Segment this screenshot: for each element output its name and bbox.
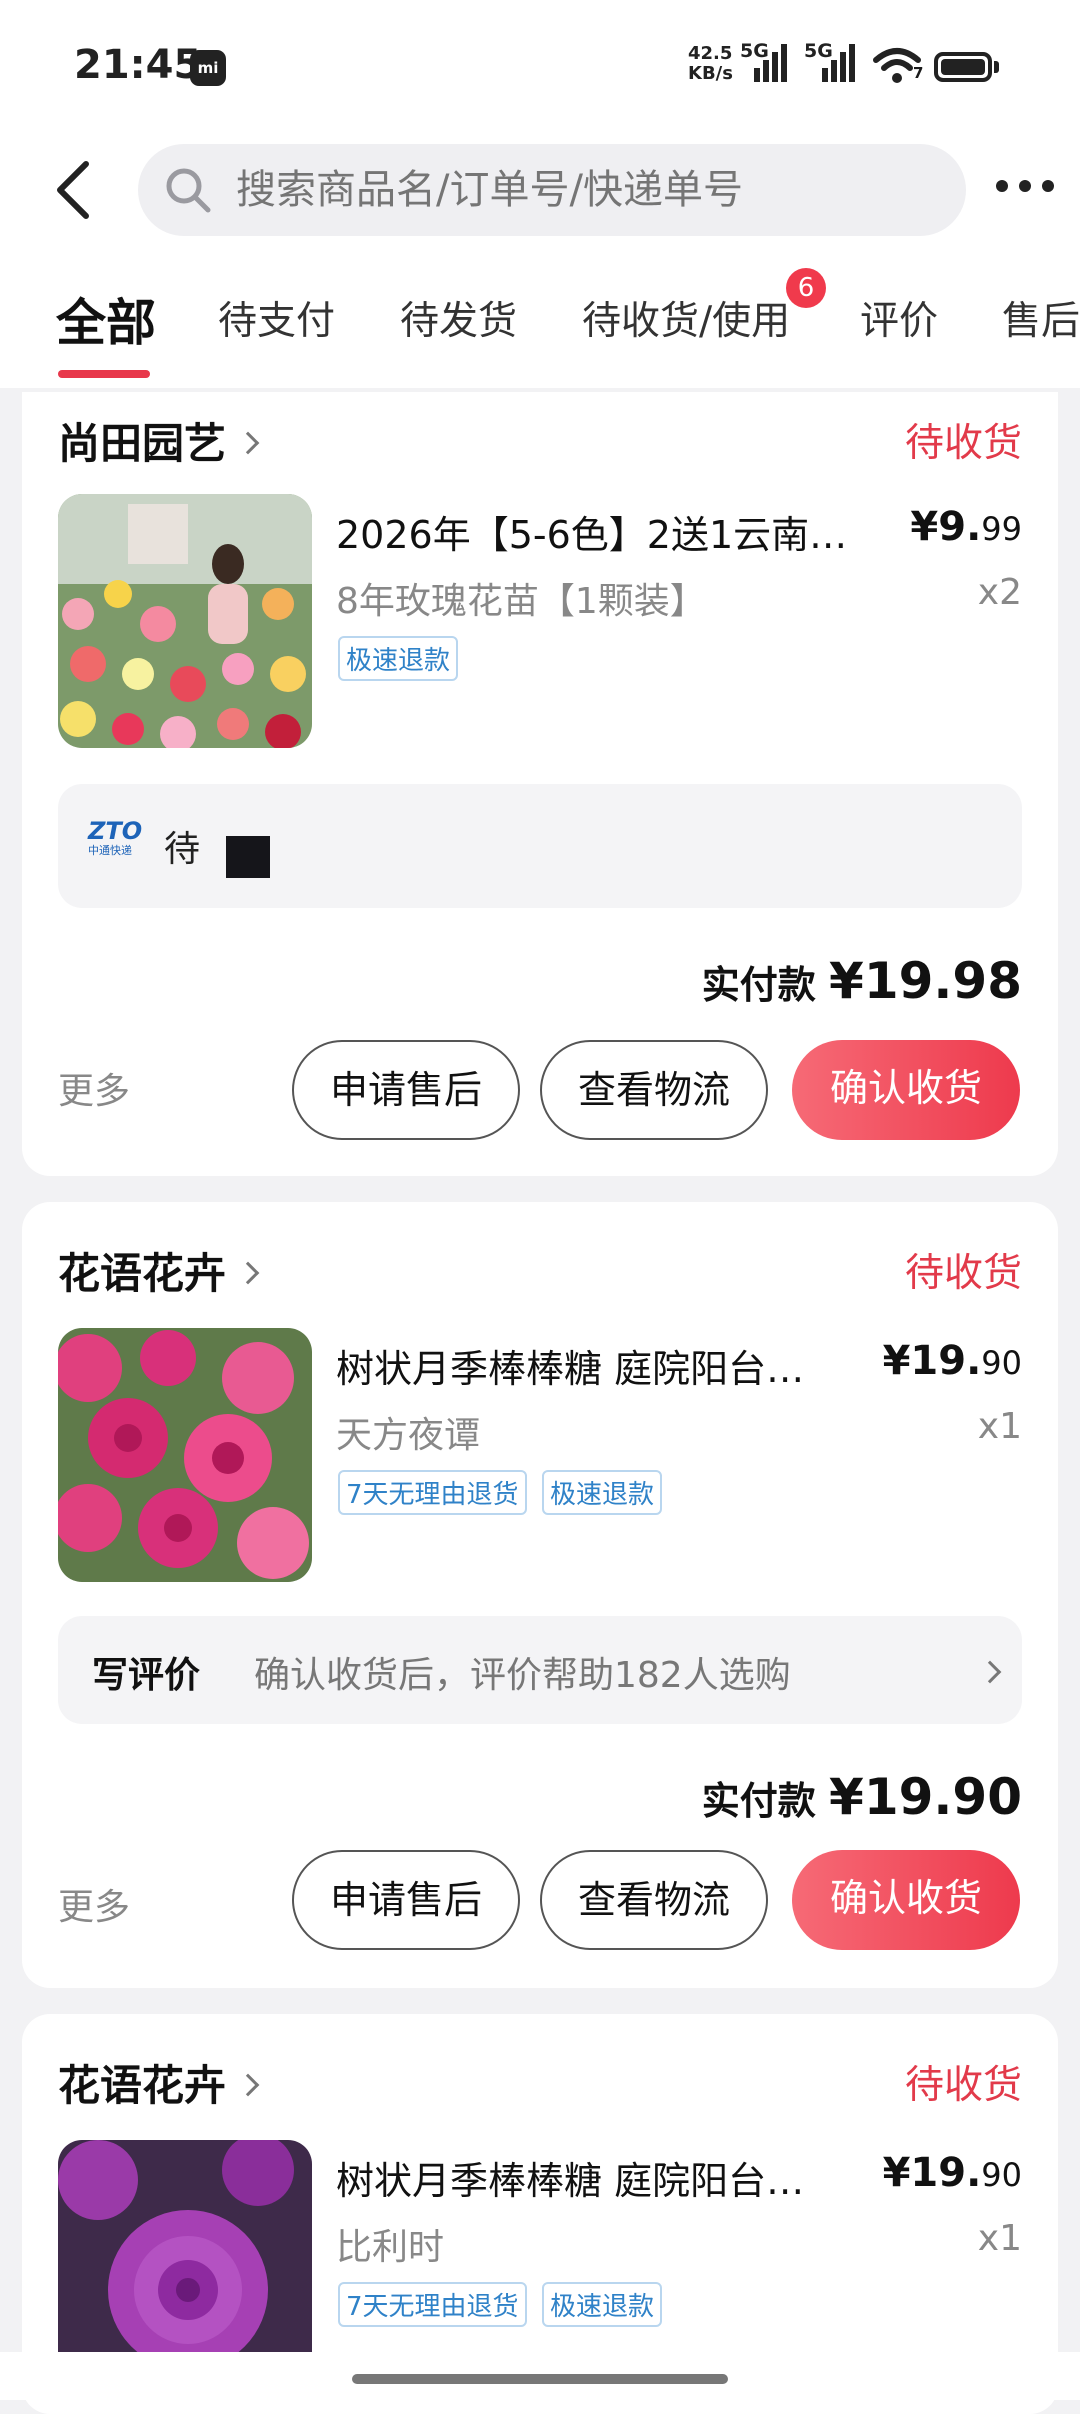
network-speed-unit: KB/s: [688, 63, 733, 84]
signal-icon: [754, 44, 787, 82]
product-spec: 8年玫瑰花苗【1颗装】: [336, 581, 706, 622]
tab-active-indicator: [58, 370, 150, 378]
shop-name[interactable]: 花语花卉: [58, 1240, 260, 1301]
logistics-text: 待: [164, 829, 201, 870]
paid-amount: 实付款 ¥19.98: [701, 952, 1022, 1010]
tag-fast-refund: 极速退款: [338, 636, 459, 681]
search-input[interactable]: [236, 144, 936, 236]
paid-amount: 实付款 ¥19.90: [701, 1768, 1022, 1826]
chevron-right-icon: [236, 2073, 260, 2096]
chevron-right-icon: [978, 1660, 1002, 1684]
status-time: 21:45: [74, 42, 202, 88]
tab-all[interactable]: 全部: [56, 283, 156, 355]
apply-after-sale-button[interactable]: 申请售后: [292, 1850, 520, 1950]
order-card[interactable]: 尚田园艺 待收货 2026年【5-6色】2送1云南… ¥9.99 8年玫瑰花苗【…: [22, 392, 1058, 1176]
product-spec: 天方夜谭: [336, 1415, 481, 1456]
tab-after-sale[interactable]: 售后: [1002, 290, 1080, 346]
battery-tip: [994, 61, 999, 73]
shop-name[interactable]: 花语花卉: [58, 2052, 260, 2113]
product-title[interactable]: 2026年【5-6色】2送1云南…: [336, 504, 847, 559]
more-options-icon[interactable]: [996, 180, 1054, 194]
review-text: 确认收货后，评价帮助182人选购: [254, 1655, 791, 1696]
confirm-receipt-button[interactable]: 确认收货: [792, 1040, 1020, 1140]
search-bar[interactable]: [138, 144, 966, 236]
chevron-right-icon: [236, 431, 260, 454]
product-qty: x1: [977, 1406, 1022, 1447]
tab-review[interactable]: 评价: [860, 290, 938, 346]
network-speed: 42.5 KB/s: [688, 44, 733, 84]
mi-notification-icon: mi: [190, 50, 226, 86]
more-link[interactable]: 更多: [58, 1062, 130, 1114]
redaction-block: [226, 836, 270, 878]
review-label: 写评价: [92, 1655, 201, 1696]
product-price: ¥9.99: [910, 504, 1022, 550]
tag-fast-refund: 极速退款: [542, 1470, 663, 1515]
shop-name[interactable]: 尚田园艺: [58, 410, 260, 471]
product-title[interactable]: 树状月季棒棒糖 庭院阳台…: [336, 1338, 804, 1393]
logistics-box[interactable]: ZTO 中通快递 待: [58, 784, 1022, 908]
confirm-receipt-button[interactable]: 确认收货: [792, 1850, 1020, 1950]
order-status: 待收货: [904, 1251, 1022, 1296]
product-image[interactable]: [58, 1328, 312, 1582]
network-speed-value: 42.5: [688, 43, 733, 64]
order-card[interactable]: 花语花卉 待收货 树状月季棒棒糖 庭院阳台… ¥19.90 天方夜谭 x1 7天…: [22, 1202, 1058, 1988]
home-indicator[interactable]: [352, 2374, 728, 2384]
signal-icon-2: [822, 44, 855, 82]
order-status: 待收货: [904, 2063, 1022, 2108]
review-prompt[interactable]: 写评价 确认收货后，评价帮助182人选购: [58, 1616, 1022, 1724]
apply-after-sale-button[interactable]: 申请售后: [292, 1040, 520, 1140]
tag-7day-return: 7天无理由退货: [338, 1470, 527, 1515]
tab-pending-receipt-badge: 6: [786, 268, 826, 308]
zto-logo-icon: ZTO 中通快递: [88, 817, 143, 857]
product-qty: x1: [977, 2218, 1022, 2259]
more-link[interactable]: 更多: [58, 1878, 130, 1930]
tag-fast-refund: 极速退款: [542, 2282, 663, 2327]
product-price: ¥19.90: [882, 1338, 1022, 1384]
tab-pending-payment[interactable]: 待支付: [218, 290, 335, 346]
chevron-right-icon: [236, 1261, 260, 1284]
tag-7day-return: 7天无理由退货: [338, 2282, 527, 2327]
order-status: 待收货: [904, 421, 1022, 466]
product-title[interactable]: 树状月季棒棒糖 庭院阳台…: [336, 2150, 804, 2205]
search-icon: [166, 168, 211, 213]
back-arrow-icon[interactable]: [52, 160, 96, 220]
product-image[interactable]: [58, 494, 312, 748]
tab-pending-shipment[interactable]: 待发货: [400, 290, 517, 346]
product-spec: 比利时: [336, 2227, 445, 2268]
product-qty: x2: [977, 572, 1022, 613]
view-logistics-button[interactable]: 查看物流: [540, 1850, 768, 1950]
battery-icon: [934, 52, 992, 82]
tab-pending-receipt[interactable]: 待收货/使用: [582, 290, 790, 346]
view-logistics-button[interactable]: 查看物流: [540, 1040, 768, 1140]
top-bar: 21:45 mi 42.5 KB/s 5G 5G 7 全部 待支付 待发货 待收…: [0, 0, 1080, 388]
wifi-sub: 7: [913, 64, 924, 82]
product-price: ¥19.90: [882, 2150, 1022, 2196]
